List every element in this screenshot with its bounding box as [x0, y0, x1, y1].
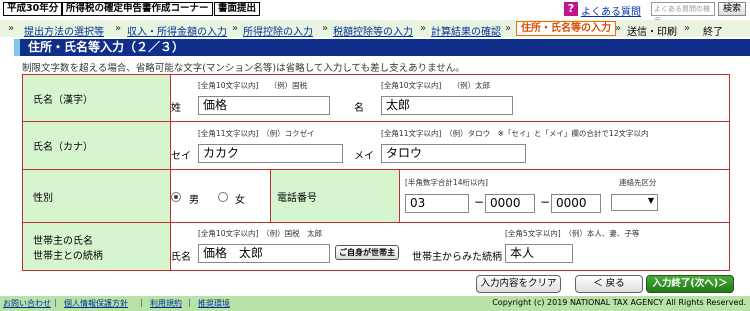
sei-kana-input[interactable]: カカク: [198, 144, 343, 163]
faq-search-input[interactable]: よくある質問の検索: [651, 2, 715, 25]
phone-part1-input[interactable]: 03: [405, 194, 469, 213]
footer-link-privacy[interactable]: 個人情報保護方針: [64, 298, 128, 309]
row-name-kana: 氏名（カナ） [全角11文字以内] （例）コクゼイ [全角11文字以内] （例）…: [23, 122, 729, 170]
contact-type-select[interactable]: ▼: [611, 194, 658, 211]
help-icon[interactable]: ?: [564, 2, 578, 16]
step-address-name-current: 住所・氏名等の入力: [516, 21, 616, 36]
label-sei: 姓: [171, 103, 181, 114]
row-householder: 世帯主の氏名 世帯主との続柄 [全角10文字以内] （例）国税 太郎 氏名 価格…: [23, 223, 729, 270]
step-finish: 終了: [703, 27, 723, 38]
phone-dash: −: [474, 195, 485, 209]
hint-mei-kana: [全角11文字以内] （例）タロウ ※「セイ」と「メイ」欄の合計で12文字以内: [381, 129, 649, 138]
mei-kanji-input[interactable]: 太郎: [381, 96, 513, 115]
footer: お問い合わせ | 個人情報保護方針 | 利用規約 | 推奨環境 Copyrigh…: [0, 296, 750, 311]
step-arrow-icon: »: [420, 23, 427, 34]
footer-link-contact[interactable]: お問い合わせ: [3, 298, 51, 309]
phone-part2-input[interactable]: 0000: [485, 194, 535, 213]
householder-name-input[interactable]: 価格 太郎: [198, 244, 330, 263]
step-arrow-icon: »: [684, 23, 691, 34]
label-name-kanji: 氏名（漢字）: [23, 75, 171, 121]
hint-phone: [半角数字合計14桁以内]: [405, 178, 488, 187]
row-gender-phone: 性別 男 女 電話番号 [半角数字合計14桁以内] 連絡先区分 03 − 000…: [23, 170, 729, 223]
row-name-kanji: 氏名（漢字） [全角10文字以内] （例）国税 [全角10文字以内] （例）太郎…: [23, 75, 729, 122]
label-name-kana: 氏名（カナ）: [23, 122, 171, 169]
footer-link-environment[interactable]: 推奨環境: [198, 298, 230, 309]
hint-householder-name: [全角10文字以内] （例）国税 太郎: [198, 229, 323, 238]
footer-link-terms[interactable]: 利用規約: [150, 298, 182, 309]
sei-kanji-input[interactable]: 価格: [198, 96, 330, 115]
gender-female-radio[interactable]: [218, 192, 228, 202]
label-householder: 世帯主の氏名 世帯主との続柄: [23, 223, 171, 270]
step-arrow-icon: »: [505, 23, 512, 34]
step-income[interactable]: 収入・所得金額の入力: [127, 23, 227, 38]
personal-info-form: 氏名（漢字） [全角10文字以内] （例）国税 [全角10文字以内] （例）太郎…: [22, 74, 730, 271]
label-gender: 性別: [23, 170, 171, 222]
progress-steps: » 提出方法の選択等 » 収入・所得金額の入力 » 所得控除の入力 » 税額控除…: [0, 20, 750, 38]
label-sei-kana: セイ: [171, 151, 191, 162]
gender-male-radio[interactable]: [171, 192, 181, 202]
label-phone: 電話番号: [270, 170, 400, 222]
clear-input-button[interactable]: 入力内容をクリア: [476, 275, 561, 293]
paper-submission-badge: 書面提出: [214, 2, 261, 16]
step-result-check[interactable]: 計算結果の確認: [431, 23, 501, 38]
step-arrow-icon: »: [322, 23, 329, 34]
next-button[interactable]: 入力終了(次へ)＞: [646, 275, 734, 293]
label-householder-name: 世帯主の氏名: [33, 235, 93, 247]
hint-relation: [全角5文字以内] （例）本人、妻、子等: [505, 229, 640, 238]
copyright: Copyright (c) 2019 NATIONAL TAX AGENCY A…: [492, 298, 746, 307]
back-button[interactable]: ＜ 戻る: [575, 275, 643, 293]
hint-sei-kana: [全角11文字以内] （例）コクゼイ: [198, 129, 315, 138]
step-send-print: 送信・印刷: [627, 27, 677, 38]
label-householder-name-field: 氏名: [171, 252, 191, 263]
mei-kana-input[interactable]: タロウ: [381, 144, 526, 163]
tax-year-badge: 平成30年分: [3, 2, 63, 16]
hint-sei-kanji: [全角10文字以内] （例）国税: [198, 81, 308, 90]
footer-separator: |: [188, 298, 191, 307]
step-submission-method[interactable]: 提出方法の選択等: [24, 23, 104, 38]
phone-dash: −: [540, 195, 551, 209]
gender-male-label: 男: [189, 195, 199, 206]
input-note: 制限文字数を超える場合、省略可能な文字(マンション名等)は省略して入力しても差し…: [22, 63, 465, 74]
step-arrow-icon: »: [232, 23, 239, 34]
relation-input[interactable]: 本人: [505, 244, 573, 263]
label-mei: 名: [354, 103, 364, 114]
footer-separator: |: [54, 298, 57, 307]
search-button[interactable]: 検索: [718, 2, 746, 16]
faq-link[interactable]: よくある質問: [581, 3, 641, 18]
footer-separator: |: [140, 298, 143, 307]
step-tax-credits[interactable]: 税額控除等の入力: [333, 23, 413, 38]
self-householder-button[interactable]: ご自身が世帯主: [335, 245, 399, 260]
header-bar: 平成30年分 所得税の確定申告書作成コーナー 書面提出 ? よくある質問 よくあ…: [0, 0, 750, 25]
gender-female-label: 女: [235, 195, 245, 206]
hint-contact-type: 連絡先区分: [619, 178, 657, 187]
phone-part3-input[interactable]: 0000: [551, 194, 601, 213]
step-arrow-icon: »: [615, 23, 622, 34]
step-deductions[interactable]: 所得控除の入力: [243, 23, 313, 38]
hint-mei-kanji: [全角10文字以内] （例）太郎: [381, 81, 491, 90]
label-mei-kana: メイ: [354, 151, 374, 162]
label-relation: 世帯主からみた続柄: [412, 252, 502, 263]
page-title: 住所・氏名等入力（２／３）: [14, 39, 750, 56]
step-arrow-icon: »: [115, 23, 122, 34]
step-arrow-icon: »: [8, 23, 15, 34]
chevron-down-icon: ▼: [647, 196, 654, 205]
app-title: 所得税の確定申告書作成コーナー: [62, 2, 213, 16]
label-householder-relation: 世帯主との続柄: [33, 250, 103, 262]
